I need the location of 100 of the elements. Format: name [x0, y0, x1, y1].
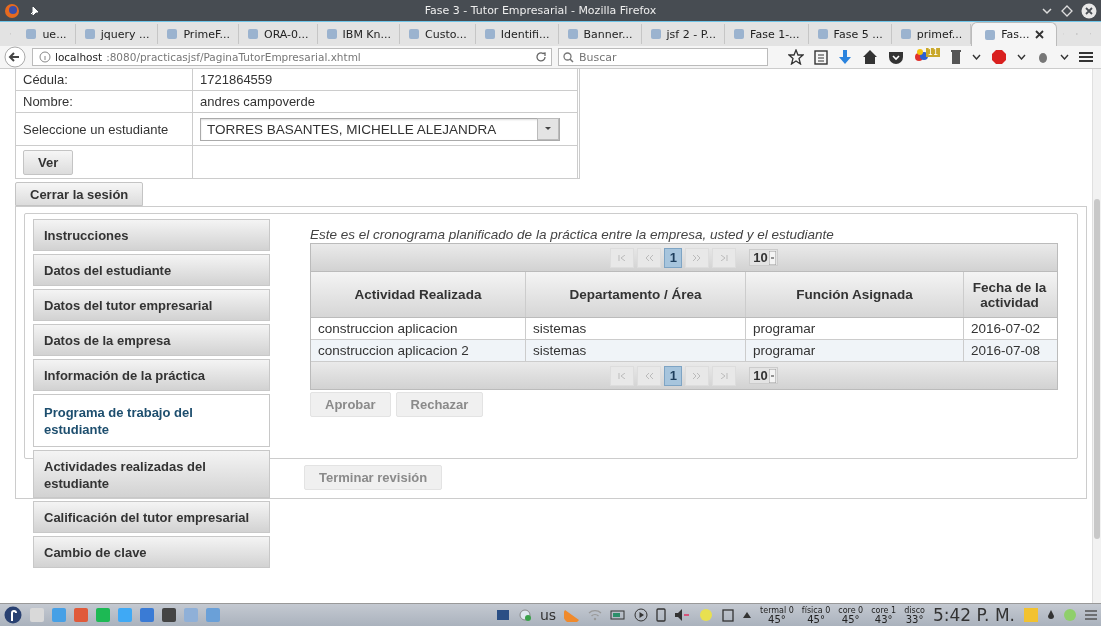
column-header[interactable]: Función Asignada: [746, 272, 964, 317]
previous-icon: [645, 372, 654, 379]
caret-icon: [768, 368, 776, 383]
table-cell: construccion aplicacion: [311, 318, 526, 339]
address-field[interactable]: localhost :8080/practicasjsf/PaginaTutorEmpresarial.xhtml: [32, 48, 552, 66]
gear-icon[interactable]: [517, 608, 532, 622]
caret-icon[interactable]: [972, 54, 981, 60]
page-icon: [247, 28, 259, 40]
phone-icon[interactable]: [656, 608, 667, 622]
close-icon[interactable]: [1081, 2, 1097, 19]
page-button[interactable]: 1: [664, 247, 683, 268]
browser-tab[interactable]: IBM Kn...: [317, 24, 401, 44]
close-tab-icon[interactable]: [1034, 30, 1044, 39]
rows-per-page-select[interactable]: 10: [749, 367, 778, 384]
play-icon[interactable]: [634, 608, 649, 622]
battery-icon[interactable]: [610, 609, 627, 621]
clock[interactable]: 5:42 P. M.: [932, 605, 1015, 625]
browser-tab[interactable]: ue...: [17, 24, 76, 44]
clipboard-icon[interactable]: [813, 49, 828, 65]
next-page-button[interactable]: [685, 247, 710, 268]
caret-icon[interactable]: [1060, 54, 1069, 60]
bug-icon[interactable]: [1036, 50, 1050, 64]
side-tab[interactable]: Instrucciones: [33, 219, 270, 251]
next-icon: [693, 372, 702, 379]
weather-icon[interactable]: [698, 608, 715, 622]
network-icon[interactable]: [495, 608, 510, 622]
browser-tab[interactable]: jsf 2 - P...: [641, 24, 726, 44]
browser-tab[interactable]: jquery ...: [75, 24, 159, 44]
table-cell: sistemas: [526, 340, 746, 361]
dots-icon[interactable]: [913, 48, 930, 62]
browser-tab[interactable]: ORA-0...: [239, 24, 318, 44]
table-cell: sistemas: [526, 318, 746, 339]
sensor-label: disco: [904, 606, 925, 615]
caret-icon: [768, 250, 776, 265]
page-icon: [408, 28, 421, 40]
student-select[interactable]: TORRES BASANTES, MICHELLE ALEJANDRA: [200, 117, 560, 141]
column-header[interactable]: Fecha de la actividad: [964, 272, 1055, 317]
next-page-button[interactable]: [685, 365, 710, 386]
previous-page-button[interactable]: [637, 365, 662, 386]
side-tab[interactable]: Datos del tutor empresarial: [33, 289, 270, 321]
firefox-icon: [4, 2, 20, 19]
browser-tab[interactable]: Fas...: [971, 22, 1057, 46]
slice-icon[interactable]: [564, 608, 581, 622]
app-icon[interactable]: [162, 608, 176, 622]
adblock-icon[interactable]: [991, 49, 1007, 65]
browser-tab[interactable]: PrimeF...: [158, 24, 239, 44]
back-icon[interactable]: [4, 46, 26, 68]
table-cell-text: 2016-07-08: [970, 342, 1042, 360]
side-tab[interactable]: Cambio de clave: [33, 536, 270, 568]
browser-tab[interactable]: Banner...: [558, 24, 642, 44]
home-icon[interactable]: [861, 49, 878, 65]
side-tab[interactable]: Actividades realizadas del estudiante: [33, 450, 270, 498]
page-button[interactable]: 1: [664, 365, 683, 386]
sensor-value: 45°: [807, 615, 825, 624]
keyboard-layout[interactable]: us: [539, 607, 557, 623]
download-icon[interactable]: [837, 49, 852, 65]
side-tab[interactable]: Programa de trabajo del estudiante: [33, 394, 270, 447]
menu-icon[interactable]: [1079, 51, 1093, 63]
sensor-value: 45°: [841, 615, 860, 624]
table-cell: programar: [746, 318, 964, 339]
page-icon: [483, 28, 496, 40]
maximize-icon[interactable]: [1061, 4, 1073, 17]
trash-icon[interactable]: [950, 49, 962, 65]
browser-tab[interactable]: Fase 5 ...: [808, 24, 892, 44]
clipboard-icon[interactable]: [722, 608, 735, 622]
browser-tab[interactable]: Fase 1-...: [725, 24, 809, 44]
page-icon: [649, 28, 662, 40]
page-icon: [83, 28, 96, 40]
page-icon: [566, 28, 579, 40]
side-tab[interactable]: Calificación del tutor empresarial: [33, 501, 270, 533]
side-tab[interactable]: Información de la práctica: [33, 359, 270, 391]
column-header[interactable]: Departamento / Área: [526, 272, 746, 317]
page-icon: [25, 28, 38, 40]
drop-icon[interactable]: [1047, 609, 1055, 621]
scrollbar[interactable]: [1092, 69, 1101, 603]
fedora-icon[interactable]: [4, 606, 22, 624]
logout-button[interactable]: Cerrar la sesión: [15, 182, 144, 206]
view-button[interactable]: Ver: [23, 149, 74, 175]
page-icon: [733, 28, 746, 40]
star-icon[interactable]: [787, 49, 804, 65]
pin-icon[interactable]: [28, 4, 40, 17]
reload-icon[interactable]: [535, 51, 547, 63]
field-value: 1721864559: [193, 69, 578, 91]
sensor-value: 45°: [768, 615, 786, 624]
side-tab[interactable]: Datos de la empresa: [33, 324, 270, 356]
browser-tab[interactable]: Custo...: [400, 24, 476, 44]
caret-icon[interactable]: [1017, 54, 1026, 60]
rows-per-page-select[interactable]: 10: [749, 249, 778, 266]
speaker-icon[interactable]: [674, 608, 691, 622]
browser-tab[interactable]: Identifi...: [475, 24, 559, 44]
table-cell: programar: [746, 340, 964, 361]
previous-page-button[interactable]: [637, 247, 662, 268]
field-value: andres campoverde: [193, 91, 578, 113]
wifi-icon[interactable]: [588, 609, 603, 621]
column-header[interactable]: Actividad Realizada: [311, 272, 526, 317]
side-tab[interactable]: Datos del estudiante: [33, 254, 270, 286]
expand-icon[interactable]: [742, 611, 753, 619]
search-field[interactable]: Buscar: [558, 48, 768, 66]
caption: Este es el cronograma planificado de la práctica entre la empresa, usted y el estudiante: [310, 227, 835, 242]
pocket-icon[interactable]: [887, 49, 904, 65]
